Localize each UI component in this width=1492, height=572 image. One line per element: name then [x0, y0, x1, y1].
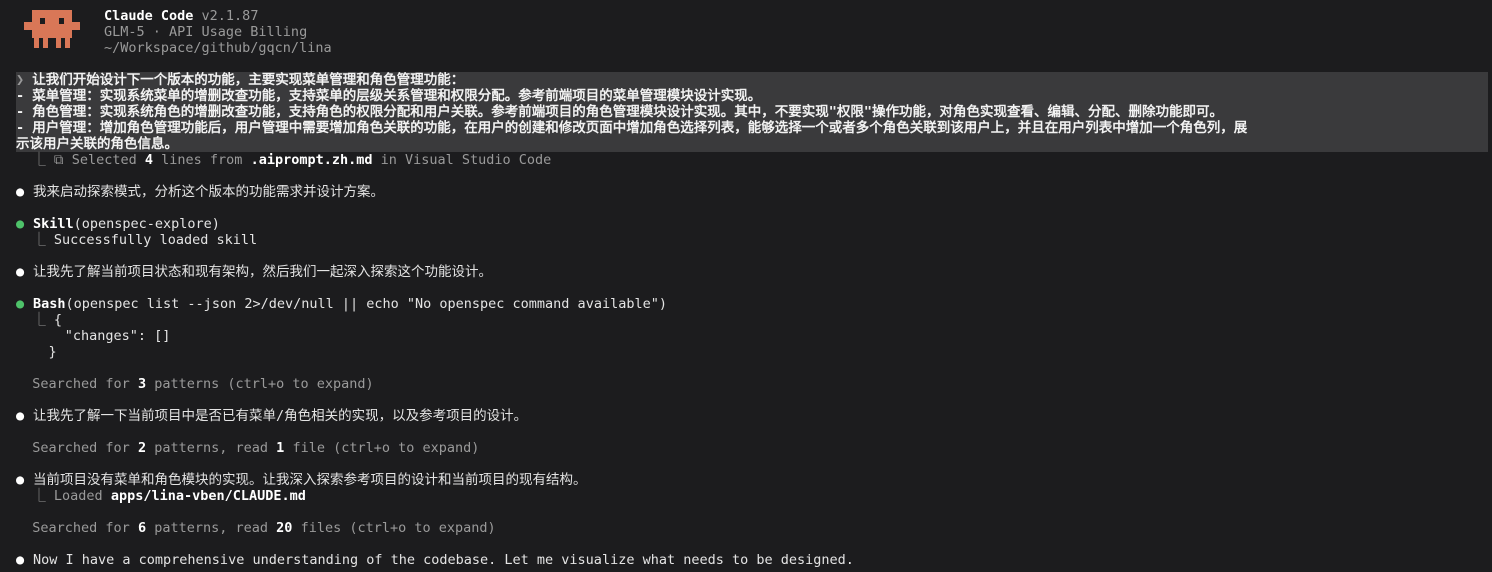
tool-output-line: } — [48, 344, 57, 360]
prompt-line-5: 示该用户关联的角色信息。 — [16, 136, 178, 152]
tool-success-bullet-icon: ● — [16, 216, 25, 232]
tool-call-bash: ● Bash(openspec list --json 2>/dev/null |… — [16, 296, 667, 312]
prompt-caret-icon: ❯ — [16, 72, 25, 88]
selection-icon: ⧉ — [53, 152, 64, 168]
search-summary[interactable]: Searched for 3 patterns (ctrl+o to expan… — [16, 376, 373, 392]
bullet-icon: ● — [16, 184, 25, 200]
bullet-icon: ● — [16, 408, 25, 424]
claude-mascot-icon — [24, 10, 80, 48]
tree-branch-icon: ⎿ — [32, 232, 46, 248]
prompt-line-1: ❯ 让我们开始设计下一个版本的功能，主要实现菜单管理和角色管理功能： — [16, 72, 465, 88]
tool-output-line: ⎿ { — [32, 312, 63, 328]
prompt-line-3: - 角色管理：实现系统角色的增删改查功能，支持角色的权限分配和用户关联。参考前端… — [16, 104, 1224, 120]
model-line: GLM-5 · API Usage Billing — [104, 24, 308, 40]
prompt-line-2: - 菜单管理：实现系统菜单的增删改查功能，支持菜单的层级关系管理和权限分配。参考… — [16, 88, 762, 104]
app-name: Claude Code — [104, 8, 194, 24]
loaded-file-info: ⎿ Loaded apps/lina-vben/CLAUDE.md — [32, 488, 306, 504]
search-summary[interactable]: Searched for 2 patterns, read 1 file (ct… — [16, 440, 479, 456]
assistant-message: ● 让我先了解当前项目状态和现有架构，然后我们一起深入探索这个功能设计。 — [16, 264, 492, 280]
selection-info: ⎿ ⧉ Selected 4 lines from .aiprompt.zh.m… — [32, 152, 552, 168]
tree-branch-icon: ⎿ — [32, 152, 46, 168]
working-directory: ~/Workspace/github/gqcn/lina — [104, 40, 332, 56]
app-header-title: Claude Code v2.1.87 — [104, 8, 258, 24]
loaded-file-path: apps/lina-vben/CLAUDE.md — [110, 488, 306, 504]
user-prompt-block[interactable]: ❯ 让我们开始设计下一个版本的功能，主要实现菜单管理和角色管理功能： - 菜单管… — [16, 72, 1488, 152]
bullet-icon: ● — [16, 552, 25, 568]
tree-branch-icon: ⎿ — [32, 312, 46, 328]
assistant-message: ● 我来启动探索模式，分析这个版本的功能需求并设计方案。 — [16, 184, 384, 200]
tool-success-bullet-icon: ● — [16, 296, 25, 312]
tool-call-skill: ● Skill(openspec-explore) — [16, 216, 220, 232]
prompt-line-4: - 用户管理：增加角色管理功能后，用户管理中需要增加角色关联的功能，在用户的创建… — [16, 120, 1248, 136]
assistant-message: ● 让我先了解一下当前项目中是否已有菜单/角色相关的实现，以及参考项目的设计。 — [16, 408, 528, 424]
bullet-icon: ● — [16, 472, 25, 488]
selection-file: .aiprompt.zh.md — [250, 152, 373, 168]
assistant-message: ● 当前项目没有菜单和角色模块的实现。让我深入探索参考项目的设计和当前项目的现有结… — [16, 472, 587, 488]
tool-output-line: "changes": [] — [48, 328, 171, 344]
tool-result: ⎿ Successfully loaded skill — [32, 232, 258, 248]
assistant-message: ● Now I have a comprehensive understandin… — [16, 552, 854, 568]
app-version: v2.1.87 — [201, 8, 259, 24]
search-summary[interactable]: Searched for 6 patterns, read 20 files (… — [16, 520, 495, 536]
bullet-icon: ● — [16, 264, 25, 280]
tree-branch-icon: ⎿ — [32, 488, 46, 504]
